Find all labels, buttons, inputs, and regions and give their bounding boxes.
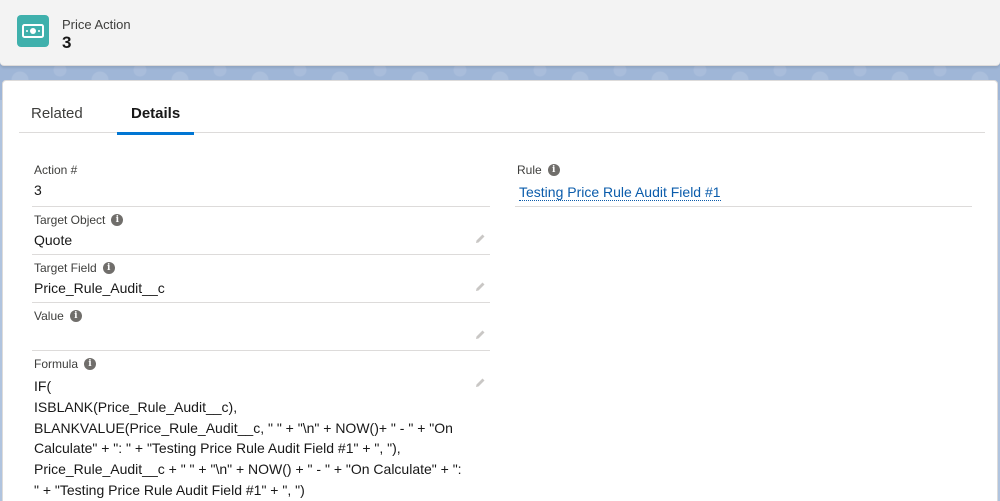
field-rule: Rule i Testing Price Rule Audit Field #1 [515,163,972,207]
field-formula: Formula i IF( ISBLANK(Price_Rule_Audit__c… [34,357,490,501]
tab-bar: Related Details [19,105,985,135]
field-label: Formula i [34,357,97,371]
formula-line: BLANKVALUE(Price_Rule_Audit__c, " " + "\… [34,419,453,436]
field-label: Target Object i [34,213,124,227]
money-icon [17,15,49,47]
field-label: Target Field i [34,261,115,275]
pencil-icon[interactable] [474,377,486,389]
field-target-object: Target Object i Quote [32,213,490,255]
formula-line: Price_Rule_Audit__c + " " + "\n" + NOW()… [34,461,462,478]
field-target-field: Target Field i Price_Rule_Audit__c [32,261,490,303]
field-label: Action # [34,163,78,177]
pencil-icon[interactable] [474,233,486,245]
detail-card: Related Details Action # 3 Target Object… [2,80,998,501]
rule-link[interactable]: Testing Price Rule Audit Field #1 [519,184,721,201]
info-icon[interactable]: i [111,214,124,226]
formula-text: IF( ISBLANK(Price_Rule_Audit__c), BLANKV… [34,376,464,501]
info-icon[interactable]: i [547,164,560,176]
formula-line: ISBLANK(Price_Rule_Audit__c), [34,398,238,415]
record-header: Price Action 3 [0,0,1000,66]
tab-details[interactable]: Details [116,105,195,135]
formula-line: IF( [34,378,52,394]
info-icon[interactable]: i [69,310,82,322]
pencil-icon[interactable] [474,281,486,293]
field-value: 3 [34,182,42,198]
pencil-icon[interactable] [474,329,486,341]
tab-related[interactable]: Related [31,105,83,133]
field-value: Price_Rule_Audit__c [34,280,165,296]
field-label: Rule i [517,163,560,177]
field-action-number: Action # 3 [32,163,490,207]
field-label: Value i [34,309,82,323]
field-value: Value i [32,309,490,351]
info-icon[interactable]: i [84,358,97,370]
field-value: Testing Price Rule Audit Field #1 [519,184,721,201]
formula-line: Calculate" + ": " + "Testing Price Rule … [34,440,401,457]
info-icon[interactable]: i [102,262,115,274]
object-label: Price Action [62,17,131,32]
formula-line: " + "Testing Price Rule Audit Field #1" … [34,481,305,498]
field-value: Quote [34,232,73,248]
record-name: 3 [62,33,72,52]
